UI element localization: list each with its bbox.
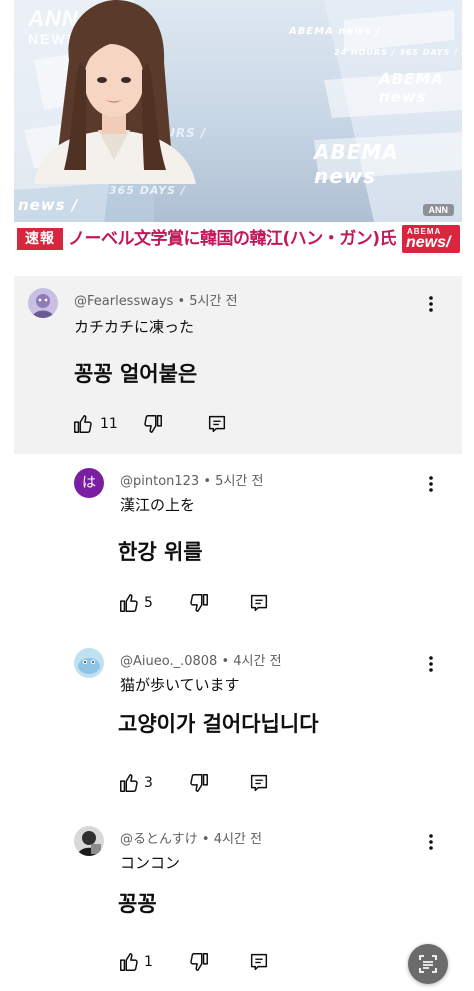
reply-icon[interactable] bbox=[248, 592, 270, 614]
reply-icon[interactable] bbox=[206, 413, 228, 435]
thumbs-down-icon[interactable] bbox=[188, 951, 210, 973]
comment-text-korean: 고양이가 걸어다닙니다 bbox=[118, 712, 319, 736]
comment-actions: 3 bbox=[118, 772, 298, 794]
scan-lens-icon bbox=[419, 955, 437, 973]
comment-time: 4시간 전 bbox=[233, 654, 282, 669]
comment-text-japanese: 漢江の上を bbox=[120, 496, 196, 514]
comment-text-korean: 한강 위를 bbox=[118, 540, 203, 564]
avatar[interactable] bbox=[74, 648, 104, 678]
watermark-text: ABEMA news bbox=[379, 70, 444, 106]
avatar[interactable] bbox=[28, 288, 58, 318]
more-vert-icon[interactable] bbox=[421, 294, 441, 314]
thumbs-up-icon[interactable] bbox=[72, 413, 94, 435]
thumbs-up-icon[interactable] bbox=[118, 592, 140, 614]
comment-actions: 5 bbox=[118, 592, 298, 614]
comment-meta: @るとんすけ • 4시간 전 bbox=[120, 832, 262, 847]
watermark-text: ABEMA news bbox=[314, 140, 399, 188]
comment-author[interactable]: @るとんすけ bbox=[120, 832, 198, 847]
like-count: 3 bbox=[144, 775, 153, 791]
reply-icon[interactable] bbox=[248, 951, 270, 973]
ticker-headline: ノーベル文学賞に韓国の韓江(ハン・ガン)氏 bbox=[68, 229, 397, 249]
comment-thread-top: @Fearlessways • 5시간 전 カチカチに凍った 꽁꽁 얼어붙은 1… bbox=[14, 276, 462, 454]
thumbs-down-icon[interactable] bbox=[188, 592, 210, 614]
news-studio-frame: ANN NEWS 24 HOURS / 365 DAYS / ABEMA new… bbox=[14, 0, 462, 222]
comment-text-japanese: カチカチに凍った bbox=[74, 318, 195, 336]
thumbs-up-icon[interactable] bbox=[118, 772, 140, 794]
comment-author[interactable]: @Fearlessways bbox=[74, 294, 173, 309]
comment-text-korean: 꽁꽁 bbox=[118, 892, 157, 916]
video-player[interactable]: ANN NEWS 24 HOURS / 365 DAYS / ABEMA new… bbox=[14, 0, 462, 256]
thumbs-up-icon[interactable] bbox=[118, 951, 140, 973]
more-vert-icon[interactable] bbox=[421, 474, 441, 494]
scan-lens-button[interactable] bbox=[408, 944, 448, 984]
watermark-text: 365 DAYS / bbox=[109, 184, 186, 197]
thumbs-down-icon[interactable] bbox=[188, 772, 210, 794]
comment-text-japanese: 猫が歩いています bbox=[120, 676, 240, 694]
watermark-text: news / bbox=[18, 196, 79, 214]
news-anchor-image bbox=[34, 0, 196, 184]
ann-badge: ANN bbox=[422, 204, 454, 216]
comment-text-japanese: コンコン bbox=[120, 854, 181, 872]
news-ticker: 速報 ノーベル文学賞に韓国の韓江(ハン・ガン)氏 ABEMA news/ bbox=[14, 222, 462, 256]
comment-meta: @pinton123 • 5시간 전 bbox=[120, 474, 264, 489]
comment-actions: 1 bbox=[118, 951, 298, 973]
watermark-text: 24 HOURS / 365 DAYS / bbox=[334, 48, 458, 57]
comment-time: 4시간 전 bbox=[213, 832, 262, 847]
comment-time: 5시간 전 bbox=[189, 294, 238, 309]
avatar-letter: は bbox=[82, 475, 96, 491]
like-count: 5 bbox=[144, 595, 153, 611]
avatar[interactable]: は bbox=[74, 468, 104, 498]
reply-comment: は @pinton123 • 5시간 전 漢江の上を 한강 위를 5 bbox=[60, 462, 460, 622]
avatar[interactable] bbox=[74, 826, 104, 856]
comment-text-korean: 꽁꽁 얼어붙은 bbox=[74, 362, 198, 386]
more-vert-icon[interactable] bbox=[421, 832, 441, 852]
abema-news-logo: ABEMA news/ bbox=[402, 225, 460, 253]
comment-time: 5시간 전 bbox=[215, 474, 264, 489]
comment-author[interactable]: @pinton123 bbox=[120, 474, 199, 489]
comment-actions: 11 bbox=[72, 413, 252, 435]
like-count: 1 bbox=[144, 954, 153, 970]
watermark-text: ABEMA news / bbox=[289, 26, 381, 37]
more-vert-icon[interactable] bbox=[421, 654, 441, 674]
comment-author[interactable]: @Aiueo._.0808 bbox=[120, 654, 217, 669]
comment-meta: @Aiueo._.0808 • 4시간 전 bbox=[120, 654, 282, 669]
reply-comment: @Aiueo._.0808 • 4시간 전 猫が歩いています 고양이가 걸어다닙… bbox=[60, 642, 460, 802]
like-count: 11 bbox=[100, 416, 118, 432]
breaking-news-label: 速報 bbox=[17, 228, 63, 250]
reply-icon[interactable] bbox=[248, 772, 270, 794]
reply-comment: @るとんすけ • 4시간 전 コンコン 꽁꽁 1 bbox=[60, 822, 460, 982]
comment-meta: @Fearlessways • 5시간 전 bbox=[74, 294, 238, 309]
thumbs-down-icon[interactable] bbox=[142, 413, 164, 435]
